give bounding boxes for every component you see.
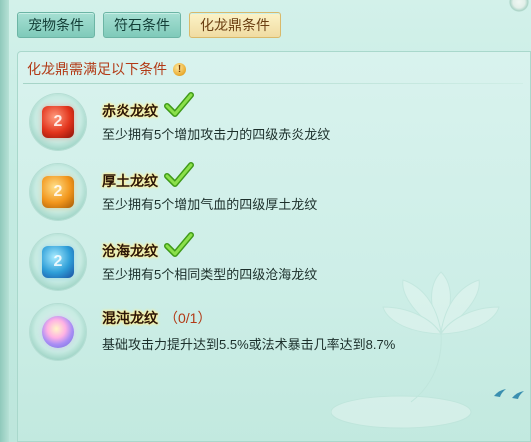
condition-description: 至少拥有5个增加攻击力的四级赤炎龙纹 <box>102 127 331 142</box>
panel-title: 化龙鼎需满足以下条件 <box>27 61 167 77</box>
condition-row-amber: 2 厚土龙纹 至少拥有5个增加气血的四级厚土龙纹 <box>30 162 510 224</box>
blue-gem-icon: 2 <box>42 246 74 278</box>
condition-description: 至少拥有5个增加气血的四级厚土龙纹 <box>102 197 318 212</box>
tab-bar: 宠物条件 符石条件 化龙鼎条件 <box>17 12 281 38</box>
condition-title-line: 厚土龙纹 <box>102 162 194 194</box>
condition-title: 赤炎龙纹 <box>102 103 158 119</box>
condition-description: 基础攻击力提升达到5.5%或法术暴击几率达到8.7% <box>102 337 396 352</box>
condition-title-line: 混沌龙纹 （0/1） <box>102 308 211 328</box>
condition-row-purple: 混沌龙纹 （0/1） 基础攻击力提升达到5.5%或法术暴击几率达到8.7% <box>30 304 510 364</box>
purple-gem-icon <box>42 316 74 348</box>
condition-description: 至少拥有5个相同类型的四级沧海龙纹 <box>102 267 318 282</box>
condition-row-red: 2 赤炎龙纹 至少拥有5个增加攻击力的四级赤炎龙纹 <box>30 92 510 154</box>
red-gem-icon: 2 <box>42 106 74 138</box>
tab-rune-conditions[interactable]: 符石条件 <box>103 12 181 38</box>
check-icon <box>164 162 194 187</box>
condition-title: 混沌龙纹 <box>102 310 158 326</box>
info-icon[interactable]: ! <box>173 62 186 76</box>
gem-slot[interactable]: 2 <box>30 234 86 290</box>
gem-slot[interactable]: 2 <box>30 164 86 220</box>
condition-title-line: 赤炎龙纹 <box>102 92 194 124</box>
conditions-panel: 化龙鼎需满足以下条件 ! 2 赤炎龙纹 至少拥有5个增加攻击力的四级赤炎龙纹 2… <box>17 51 531 442</box>
frame-edge <box>0 0 9 442</box>
swallow-decoration-icon <box>494 389 506 397</box>
panel-header: 化龙鼎需满足以下条件 ! <box>27 59 186 79</box>
gem-slot[interactable] <box>30 304 86 360</box>
amber-gem-icon: 2 <box>42 176 74 208</box>
swallow-decoration-icon <box>512 391 524 399</box>
tab-dragon-cauldron-conditions[interactable]: 化龙鼎条件 <box>189 12 281 38</box>
condition-row-blue: 2 沧海龙纹 至少拥有5个相同类型的四级沧海龙纹 <box>30 232 510 294</box>
window-frame: 宠物条件 符石条件 化龙鼎条件 化龙鼎需满足以下条件 ! 2 赤炎龙纹 至少拥有… <box>0 0 531 442</box>
check-icon <box>164 232 194 257</box>
tab-pet-conditions[interactable]: 宠物条件 <box>17 12 95 38</box>
condition-progress: （0/1） <box>164 310 212 326</box>
gem-slot[interactable]: 2 <box>30 94 86 150</box>
condition-title: 厚土龙纹 <box>102 173 158 189</box>
divider <box>23 83 523 84</box>
check-icon <box>164 92 194 117</box>
close-knob-icon[interactable] <box>509 0 531 14</box>
condition-title: 沧海龙纹 <box>102 243 158 259</box>
condition-title-line: 沧海龙纹 <box>102 232 194 264</box>
